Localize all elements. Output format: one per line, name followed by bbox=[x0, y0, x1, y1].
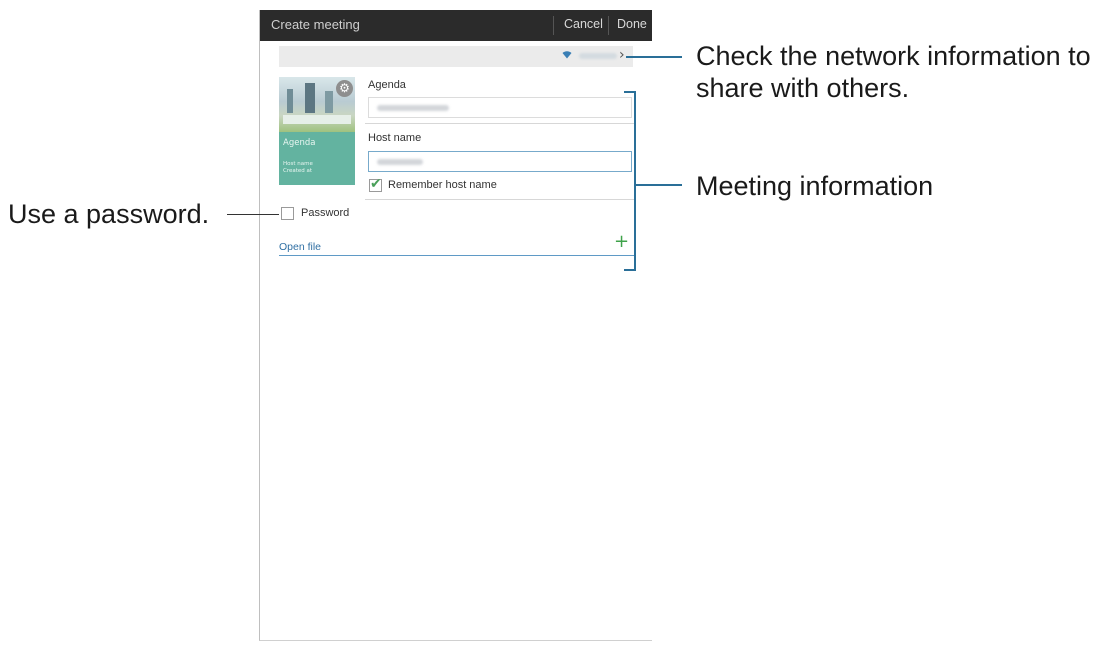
meeting-info-bracket bbox=[624, 91, 636, 271]
check-icon: ✔ bbox=[370, 176, 382, 192]
network-info-bar[interactable]: › bbox=[279, 46, 633, 67]
meeting-annotation: Meeting information bbox=[696, 171, 934, 201]
remember-host-label: Remember host name bbox=[388, 179, 497, 191]
agenda-label: Agenda bbox=[368, 79, 406, 91]
thumbnail-agenda: Agenda bbox=[283, 138, 316, 148]
network-callout-line bbox=[626, 56, 682, 58]
password-callout-line bbox=[227, 214, 279, 215]
wifi-icon bbox=[562, 49, 572, 62]
thumbnail-host-name: Host name bbox=[283, 161, 313, 167]
gear-icon[interactable]: ⚙ bbox=[336, 80, 353, 97]
divider bbox=[365, 199, 636, 200]
host-name-label: Host name bbox=[368, 132, 422, 144]
thumbnail-created-at: Created at bbox=[283, 168, 313, 174]
action-divider bbox=[553, 16, 554, 35]
meeting-screen: Create meeting Cancel Done › ⚙ Agenda Ho… bbox=[259, 10, 652, 641]
meeting-thumbnail[interactable]: ⚙ Agenda Host name Created at bbox=[279, 77, 355, 185]
chevron-right-icon[interactable]: › bbox=[619, 47, 625, 63]
done-button[interactable]: Done bbox=[617, 17, 647, 31]
agenda-input[interactable] bbox=[368, 97, 632, 118]
open-file-underline bbox=[279, 255, 636, 256]
network-name bbox=[579, 53, 617, 59]
password-label: Password bbox=[301, 207, 350, 219]
host-name-input[interactable] bbox=[368, 151, 632, 172]
action-divider bbox=[608, 16, 609, 35]
meeting-callout-line bbox=[636, 184, 682, 186]
cancel-button[interactable]: Cancel bbox=[564, 17, 603, 31]
screen-title: Create meeting bbox=[271, 17, 360, 32]
open-file-link[interactable]: Open file bbox=[279, 241, 321, 253]
password-annotation: Use a password. bbox=[8, 199, 210, 229]
remember-host-checkbox[interactable]: ✔ bbox=[369, 176, 382, 192]
password-checkbox[interactable] bbox=[281, 207, 294, 220]
network-annotation: Check the network information to share w… bbox=[696, 41, 1091, 103]
divider bbox=[365, 123, 636, 124]
action-bar: Create meeting Cancel Done bbox=[260, 10, 652, 41]
